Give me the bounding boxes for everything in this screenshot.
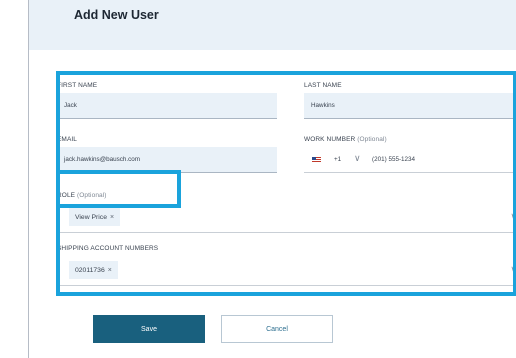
add-user-panel: Add New User FIRST NAME Jack LAST NAME H…: [28, 0, 516, 358]
role-highlight-box: [56, 170, 181, 208]
cancel-button[interactable]: Cancel: [221, 315, 333, 343]
save-button[interactable]: Save: [93, 315, 205, 343]
page-title: Add New User: [74, 8, 159, 22]
panel-header: Add New User: [29, 0, 516, 50]
